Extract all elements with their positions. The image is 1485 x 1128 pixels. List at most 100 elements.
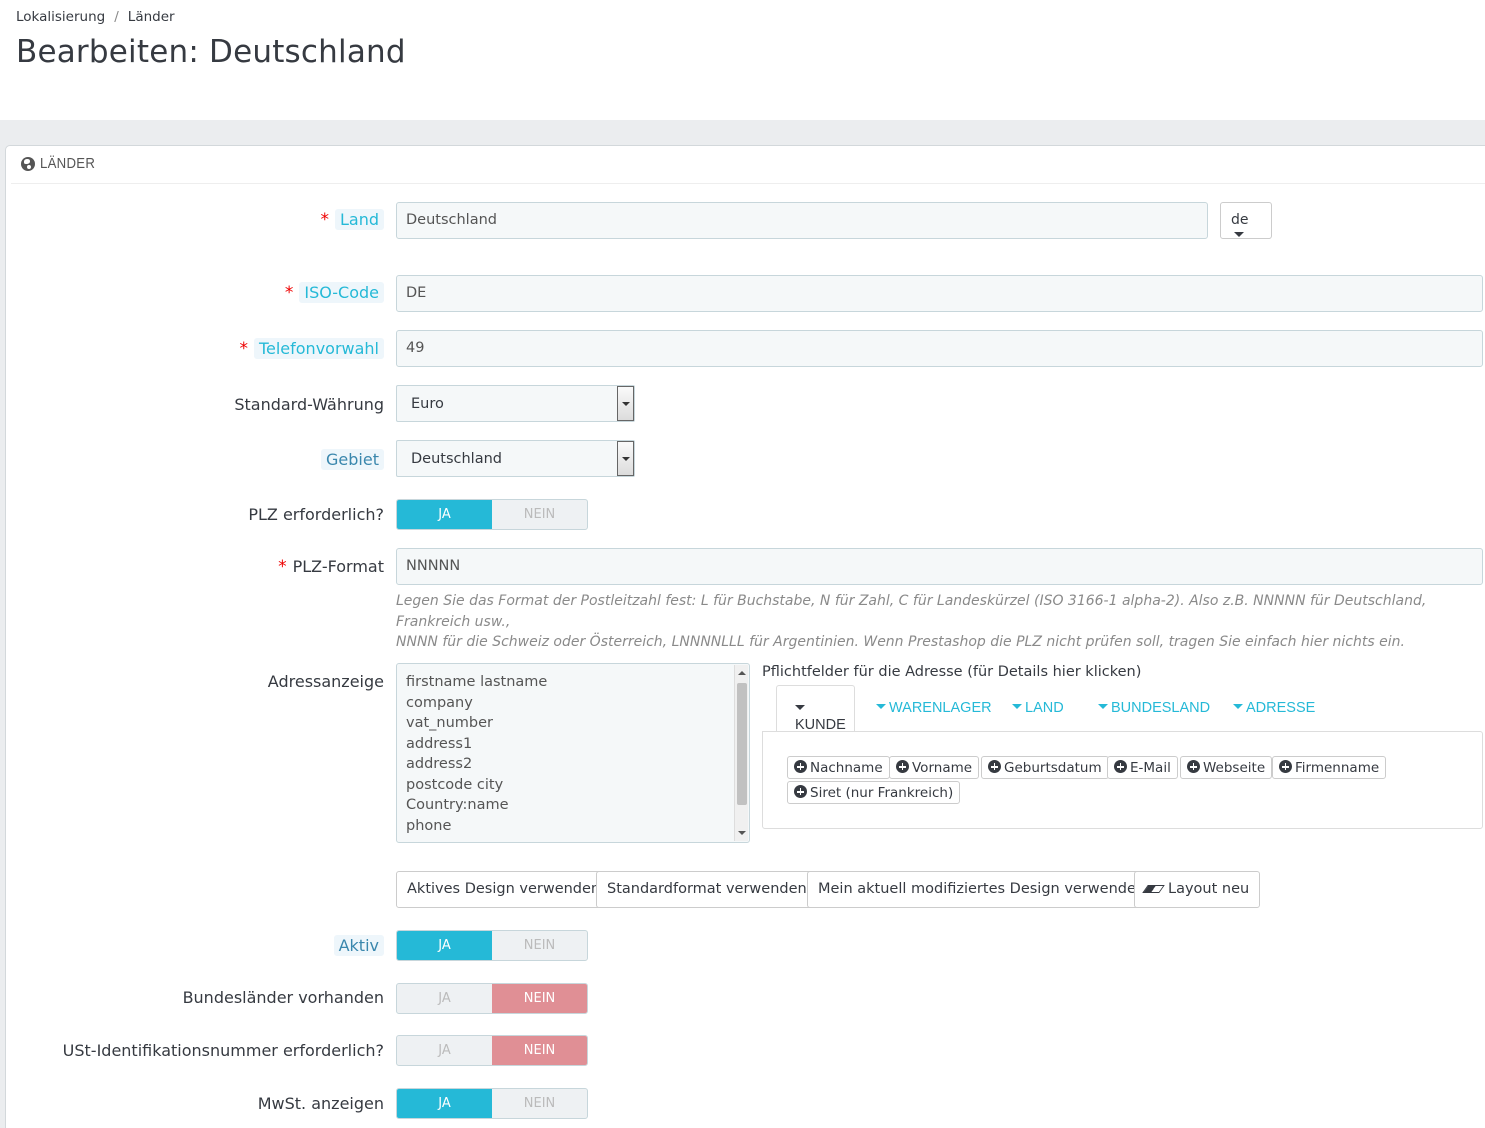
phone-prefix-input[interactable]: 49 bbox=[396, 330, 1483, 367]
show-tax-switch[interactable]: JA NEIN bbox=[396, 1088, 588, 1119]
tab-land[interactable]: LAND bbox=[1012, 685, 1064, 732]
language-dropdown[interactable]: de bbox=[1220, 202, 1272, 239]
switch-no[interactable]: NEIN bbox=[492, 1089, 587, 1118]
switch-yes[interactable]: JA bbox=[397, 931, 492, 960]
page-header: Lokalisierung / Länder Bearbeiten: Deutsch… bbox=[0, 0, 1485, 120]
chip-siret[interactable]: Siret (nur Frankreich) bbox=[787, 781, 961, 804]
address-line: address1 bbox=[406, 735, 473, 752]
address-line: vat_number bbox=[406, 715, 493, 731]
label-zip-format-text: PLZ-Format bbox=[292, 557, 384, 576]
address-layout-textarea[interactable]: firstname lastname company vat_number ad… bbox=[396, 663, 750, 843]
caret-down-icon bbox=[1098, 704, 1108, 710]
switch-no[interactable]: NEIN bbox=[492, 931, 587, 960]
plus-circle-icon bbox=[1114, 760, 1127, 773]
textarea-scrollbar[interactable] bbox=[734, 665, 748, 841]
switch-no[interactable]: NEIN bbox=[492, 984, 587, 1013]
zone-select[interactable]: Deutschland bbox=[396, 440, 635, 477]
address-line: phone bbox=[406, 817, 452, 834]
address-line: Country:name bbox=[406, 797, 509, 813]
zip-required-switch[interactable]: JA NEIN bbox=[396, 499, 588, 530]
address-line: postcode city bbox=[406, 776, 504, 793]
iso-code-input[interactable]: DE bbox=[396, 275, 1483, 312]
breadcrumb-current[interactable]: Länder bbox=[128, 9, 175, 25]
label-zip-format: * PLZ-Format bbox=[278, 557, 384, 577]
label-land: * Land bbox=[320, 209, 384, 230]
use-active-design-button[interactable]: Aktives Design verwenden bbox=[396, 871, 612, 908]
switch-yes[interactable]: JA bbox=[397, 1036, 492, 1065]
tab-warenlager[interactable]: WARENLAGER bbox=[876, 685, 992, 732]
caret-down-icon bbox=[795, 705, 805, 711]
required-asterisk: * bbox=[320, 210, 329, 230]
required-asterisk: * bbox=[278, 557, 287, 577]
vat-required-switch[interactable]: JA NEIN bbox=[396, 1035, 588, 1066]
switch-yes[interactable]: JA bbox=[397, 984, 492, 1013]
panel-title: LÄNDER bbox=[40, 155, 96, 172]
chip-geburtsdatum[interactable]: Geburtsdatum bbox=[981, 756, 1109, 779]
caret-down-icon bbox=[1012, 704, 1022, 710]
scroll-thumb[interactable] bbox=[737, 683, 747, 805]
page-title: Bearbeiten: Deutschland bbox=[16, 34, 406, 70]
tab-content bbox=[762, 731, 1483, 829]
label-vat-required: USt-Identifikationsnummer erforderlich? bbox=[62, 1041, 384, 1060]
currency-value: Euro bbox=[411, 396, 444, 412]
tab-adresse[interactable]: ADRESSE bbox=[1233, 685, 1315, 732]
zip-format-help: Legen Sie das Format der Postleitzahl fe… bbox=[396, 591, 1485, 653]
scroll-down-icon[interactable] bbox=[738, 831, 746, 835]
label-address-layout: Adressanzeige bbox=[267, 672, 384, 691]
chip-email[interactable]: E-Mail bbox=[1107, 756, 1178, 779]
required-asterisk: * bbox=[239, 339, 248, 359]
tab-bundesland[interactable]: BUNDESLAND bbox=[1098, 685, 1210, 732]
active-switch[interactable]: JA NEIN bbox=[396, 930, 588, 961]
label-phone-text[interactable]: Telefonvorwahl bbox=[253, 338, 384, 359]
states-switch[interactable]: JA NEIN bbox=[396, 983, 588, 1014]
label-active-text[interactable]: Aktiv bbox=[333, 935, 384, 956]
chip-webseite[interactable]: Webseite bbox=[1180, 756, 1273, 779]
plus-circle-icon bbox=[794, 785, 807, 798]
label-zip-required: PLZ erforderlich? bbox=[248, 505, 384, 524]
zip-format-input[interactable]: NNNNN bbox=[396, 548, 1483, 585]
label-zone-text[interactable]: Gebiet bbox=[321, 449, 384, 470]
plus-circle-icon bbox=[794, 760, 807, 773]
use-modified-design-button[interactable]: Mein aktuell modifiziertes Design verwen… bbox=[807, 871, 1157, 908]
chip-label: Siret (nur Frankreich) bbox=[810, 785, 954, 801]
eraser-icon bbox=[1142, 885, 1165, 893]
breadcrumb: Lokalisierung / Länder bbox=[16, 9, 175, 25]
currency-select[interactable]: Euro bbox=[396, 385, 635, 422]
required-fields-tabs: KUNDE WARENLAGER LAND BUNDESLAND ADRESSE bbox=[762, 685, 1482, 733]
tab-label: LAND bbox=[1025, 700, 1064, 716]
required-fields-title[interactable]: Pflichtfelder für die Adresse (für Detai… bbox=[762, 664, 1141, 680]
switch-yes[interactable]: JA bbox=[397, 500, 492, 529]
tab-label: WARENLAGER bbox=[889, 700, 992, 716]
plus-circle-icon bbox=[1187, 760, 1200, 773]
select-arrow-icon bbox=[617, 441, 634, 476]
chip-vorname[interactable]: Vorname bbox=[889, 756, 980, 779]
label-states: Bundesländer vorhanden bbox=[182, 988, 384, 1007]
plus-circle-icon bbox=[896, 760, 909, 773]
language-code: de bbox=[1231, 212, 1249, 228]
chip-firmenname[interactable]: Firmenname bbox=[1272, 756, 1387, 779]
scroll-up-icon[interactable] bbox=[738, 671, 746, 675]
chip-nachname[interactable]: Nachname bbox=[787, 756, 890, 779]
chip-label: Webseite bbox=[1203, 760, 1266, 776]
use-default-format-button[interactable]: Standardformat verwenden bbox=[596, 871, 818, 908]
breadcrumb-parent[interactable]: Lokalisierung bbox=[16, 9, 105, 25]
tab-kunde[interactable]: KUNDE bbox=[776, 685, 855, 733]
address-line: company bbox=[406, 694, 473, 711]
chip-label: Geburtsdatum bbox=[1004, 760, 1102, 776]
required-asterisk: * bbox=[284, 283, 294, 303]
help-line: Legen Sie das Format der Postleitzahl fe… bbox=[396, 593, 1427, 630]
switch-yes[interactable]: JA bbox=[397, 1089, 492, 1118]
select-arrow-icon bbox=[617, 386, 634, 421]
label-iso-text[interactable]: ISO-Code bbox=[299, 282, 384, 303]
label-land-text[interactable]: Land bbox=[334, 209, 384, 230]
plus-circle-icon bbox=[988, 760, 1001, 773]
switch-no[interactable]: NEIN bbox=[492, 500, 587, 529]
caret-down-icon bbox=[1233, 704, 1243, 710]
switch-no[interactable]: NEIN bbox=[492, 1036, 587, 1065]
land-input[interactable]: Deutschland bbox=[396, 202, 1208, 239]
globe-icon bbox=[21, 157, 35, 171]
breadcrumb-separator: / bbox=[114, 9, 119, 25]
reset-layout-label: Layout neu bbox=[1168, 881, 1250, 897]
reset-layout-button[interactable]: Layout neu bbox=[1134, 871, 1261, 908]
address-line: firstname lastname bbox=[406, 674, 548, 690]
